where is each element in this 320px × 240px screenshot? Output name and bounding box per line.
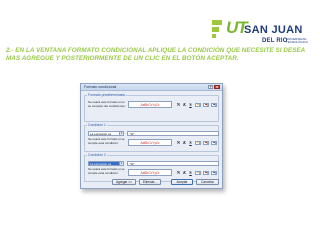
chevron-down-icon: ▾ — [198, 171, 200, 175]
format-preview: AaBbCcYyZz — [128, 139, 172, 146]
group-label: Condición 1 — [87, 123, 107, 127]
condition-2-group: Condición 2 La expresión es ▾ "Si" Se us… — [84, 153, 219, 182]
condition-type-value: La expresión es — [90, 132, 112, 137]
conditional-format-dialog: Formato condicional ? X Formato predeter… — [80, 83, 223, 189]
bold-button[interactable]: N — [176, 140, 181, 145]
condition-type-select[interactable]: La expresión es ▾ — [88, 161, 124, 166]
brand-name: SAN JUAN — [244, 24, 303, 36]
chevron-down-icon: ▾ — [198, 103, 200, 107]
font-color-picker[interactable]: ▾ — [203, 170, 209, 175]
format-toolbar: N K S ▾ ▾ ▾ — [176, 170, 219, 176]
bold-button[interactable]: N — [176, 170, 181, 175]
font-color-picker[interactable]: ▾ — [203, 140, 209, 145]
condition-value-text: "Si" — [129, 132, 135, 137]
format-preview: AaBbCcYyZz — [128, 101, 172, 108]
group-label: Condición 2 — [87, 153, 107, 157]
border-picker[interactable]: ▾ — [211, 140, 217, 145]
help-button[interactable]: ? — [208, 85, 213, 89]
dialog-titlebar: Formato condicional ? X — [81, 84, 222, 91]
group-label: Formato predeterminado — [87, 93, 127, 97]
brand-tagline: UNIVERSIDAD TECNOLÓGICA — [286, 37, 308, 44]
format-toolbar: N K S ▾ ▾ ▾ — [176, 140, 219, 146]
group-description: Se usará este formato si no se cumplen l… — [88, 100, 126, 108]
delete-button[interactable]: Eliminar... — [139, 179, 161, 185]
brand-subtitle: DEL RIO — [262, 38, 288, 44]
condition-value-text: "Si" — [129, 162, 135, 167]
chevron-down-icon: ▾ — [214, 103, 216, 107]
chevron-down-icon: ▾ — [119, 132, 123, 135]
format-toolbar: N K S ▾ ▾ ▾ — [176, 102, 219, 108]
chevron-down-icon: ▾ — [214, 141, 216, 145]
dialog-button-row: Agregar >> Eliminar... Aceptar Cancelar — [81, 179, 222, 185]
condition-1-group: Condición 1 La expresión es ▾ "Si" Se us… — [84, 123, 219, 152]
cancel-button[interactable]: Cancelar — [196, 179, 219, 185]
italic-button[interactable]: K — [182, 102, 187, 107]
chevron-down-icon: ▾ — [206, 171, 208, 175]
underline-button[interactable]: S — [188, 140, 193, 145]
accept-button[interactable]: Aceptar — [171, 179, 193, 185]
condition-type-select[interactable]: La expresión es ▾ — [88, 131, 124, 136]
logo-bar — [212, 27, 219, 32]
default-format-group: Formato predeterminado Se usará este for… — [84, 93, 219, 122]
border-picker[interactable]: ▾ — [211, 170, 217, 175]
add-button[interactable]: Agregar >> — [112, 179, 136, 185]
chevron-down-icon: ▾ — [198, 141, 200, 145]
condition-value-input[interactable]: "Si" — [127, 161, 219, 166]
fill-color-picker[interactable]: ▾ — [195, 170, 201, 175]
close-button[interactable]: X — [214, 85, 220, 89]
logo-bar — [212, 34, 216, 38]
condition-type-value: La expresión es — [90, 162, 112, 167]
italic-button[interactable]: K — [182, 140, 187, 145]
format-preview: AaBbCcYyZz — [128, 169, 172, 176]
fill-color-picker[interactable]: ▾ — [195, 102, 201, 107]
font-color-picker[interactable]: ▾ — [203, 102, 209, 107]
chevron-down-icon: ▾ — [206, 141, 208, 145]
chevron-down-icon: ▾ — [214, 171, 216, 175]
underline-button[interactable]: S — [188, 170, 193, 175]
chevron-down-icon: ▾ — [206, 103, 208, 107]
underline-button[interactable]: S — [188, 102, 193, 107]
border-picker[interactable]: ▾ — [211, 102, 217, 107]
group-description: Se usará este formato si se cumple esta … — [88, 167, 125, 175]
group-description: Se usará este formato si se cumple esta … — [88, 137, 125, 145]
condition-value-input[interactable]: "Si" — [127, 131, 219, 136]
fill-color-picker[interactable]: ▾ — [195, 140, 201, 145]
dialog-title: Formato condicional — [84, 85, 117, 89]
italic-button[interactable]: K — [182, 170, 187, 175]
bold-button[interactable]: N — [176, 102, 181, 107]
instruction-text: 2.- EN LA VENTANA FORMATO CONDICIONAL AP… — [6, 47, 306, 62]
logo-bar — [212, 20, 222, 25]
chevron-down-icon: ▾ — [119, 162, 123, 165]
